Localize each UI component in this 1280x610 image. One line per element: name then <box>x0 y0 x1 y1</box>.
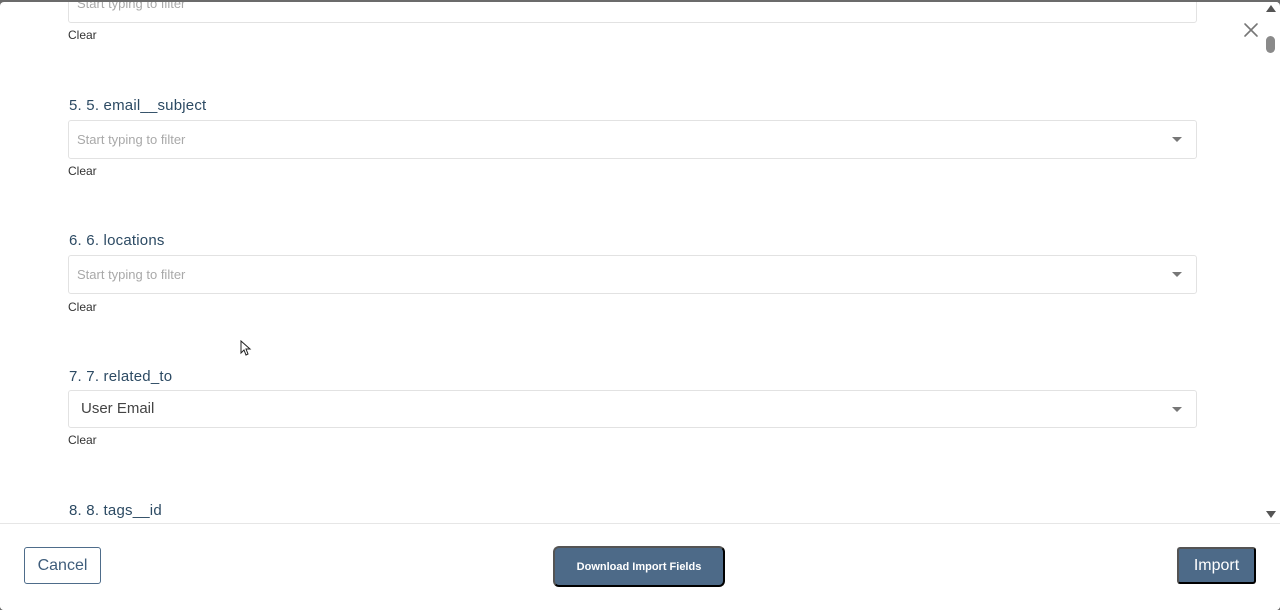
field-6-clear-link[interactable]: Clear <box>68 300 97 314</box>
download-import-fields-button[interactable]: Download Import Fields <box>553 546 725 587</box>
chevron-down-icon[interactable] <box>1172 272 1182 277</box>
field-5-select[interactable]: Start typing to filter <box>68 120 1197 159</box>
close-icon[interactable] <box>1241 20 1261 40</box>
field-6-placeholder: Start typing to filter <box>77 267 186 282</box>
cancel-button[interactable]: Cancel <box>24 547 101 584</box>
import-modal: Start typing to filter Clear 5. 5. email… <box>0 2 1280 610</box>
scroll-down-arrow-icon[interactable] <box>1266 511 1276 518</box>
chevron-down-icon[interactable] <box>1172 137 1182 142</box>
field-8-label: 8. 8. tags__id <box>69 502 162 519</box>
import-button[interactable]: Import <box>1177 547 1256 584</box>
field-7-value: User Email <box>81 400 155 417</box>
field-6-select[interactable]: Start typing to filter <box>68 255 1197 294</box>
field-6-label: 6. 6. locations <box>69 232 165 249</box>
field-5-clear-link[interactable]: Clear <box>68 164 97 178</box>
field-4-placeholder: Start typing to filter <box>77 2 186 11</box>
modal-body[interactable]: Start typing to filter Clear 5. 5. email… <box>0 2 1264 523</box>
modal-footer: Cancel Download Import Fields Import <box>0 523 1280 610</box>
field-7-select[interactable]: User Email <box>68 390 1197 428</box>
scroll-up-arrow-icon[interactable] <box>1266 5 1276 12</box>
chevron-down-icon[interactable] <box>1172 407 1182 412</box>
field-5-placeholder: Start typing to filter <box>77 132 186 147</box>
scrollbar-thumb[interactable] <box>1266 36 1275 53</box>
field-7-clear-link[interactable]: Clear <box>68 433 97 447</box>
field-7-label: 7. 7. related_to <box>69 368 173 385</box>
field-4-clear-link[interactable]: Clear <box>68 28 97 42</box>
field-4-select[interactable]: Start typing to filter <box>68 2 1197 23</box>
mouse-cursor-icon <box>240 340 252 356</box>
field-5-label: 5. 5. email__subject <box>69 97 207 114</box>
scrollbar[interactable] <box>1264 2 1278 523</box>
